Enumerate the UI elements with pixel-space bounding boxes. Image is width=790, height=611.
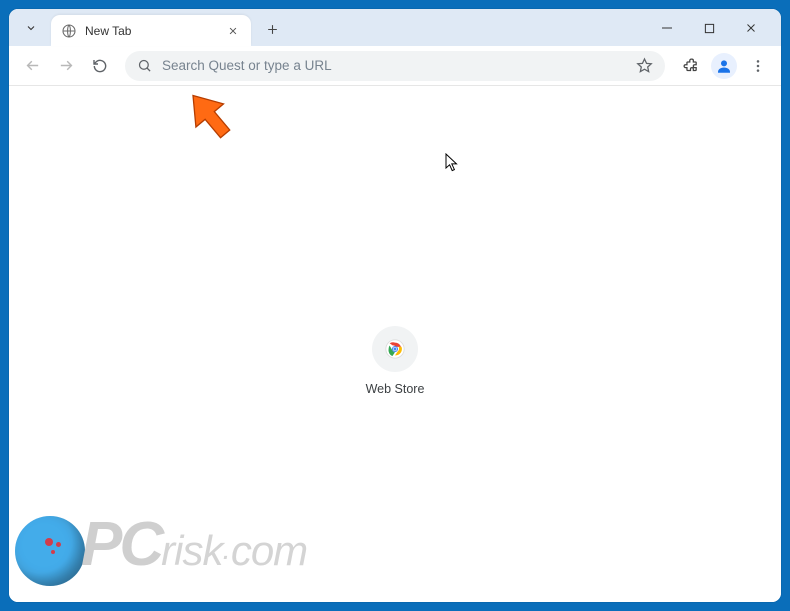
search-icon (137, 58, 152, 73)
close-icon (745, 22, 757, 34)
window-controls (647, 14, 775, 46)
shortcut-web-store[interactable]: Web Store (350, 326, 440, 396)
avatar (711, 53, 737, 79)
search-tabs-button[interactable] (17, 14, 45, 42)
star-icon[interactable] (636, 57, 653, 74)
globe-icon (61, 23, 77, 39)
chrome-webstore-icon (384, 338, 406, 360)
tab-close-button[interactable] (225, 23, 241, 39)
tab-strip: New Tab (9, 9, 781, 46)
arrow-right-icon (58, 57, 75, 74)
extensions-button[interactable] (675, 51, 705, 81)
menu-button[interactable] (743, 51, 773, 81)
window-maximize-button[interactable] (689, 14, 729, 42)
reload-icon (92, 58, 108, 74)
kebab-icon (750, 58, 766, 74)
tab-title: New Tab (85, 24, 217, 38)
chevron-down-icon (25, 22, 37, 34)
forward-button[interactable] (51, 51, 81, 81)
new-tab-button[interactable] (259, 16, 285, 42)
minimize-icon (661, 22, 673, 34)
reload-button[interactable] (85, 51, 115, 81)
maximize-icon (704, 23, 715, 34)
address-input[interactable] (162, 58, 626, 73)
tab-active[interactable]: New Tab (51, 15, 251, 46)
toolbar (9, 46, 781, 86)
browser-window: New Tab (9, 9, 781, 602)
shortcut-label: Web Store (366, 382, 425, 396)
window-close-button[interactable] (731, 14, 771, 42)
omnibox[interactable] (125, 51, 665, 81)
close-icon (228, 26, 238, 36)
profile-button[interactable] (709, 51, 739, 81)
new-tab-page: Web Store (9, 86, 781, 602)
arrow-left-icon (24, 57, 41, 74)
shortcut-circle (372, 326, 418, 372)
person-icon (715, 57, 733, 75)
puzzle-icon (682, 57, 699, 74)
plus-icon (266, 23, 279, 36)
back-button[interactable] (17, 51, 47, 81)
window-minimize-button[interactable] (647, 14, 687, 42)
